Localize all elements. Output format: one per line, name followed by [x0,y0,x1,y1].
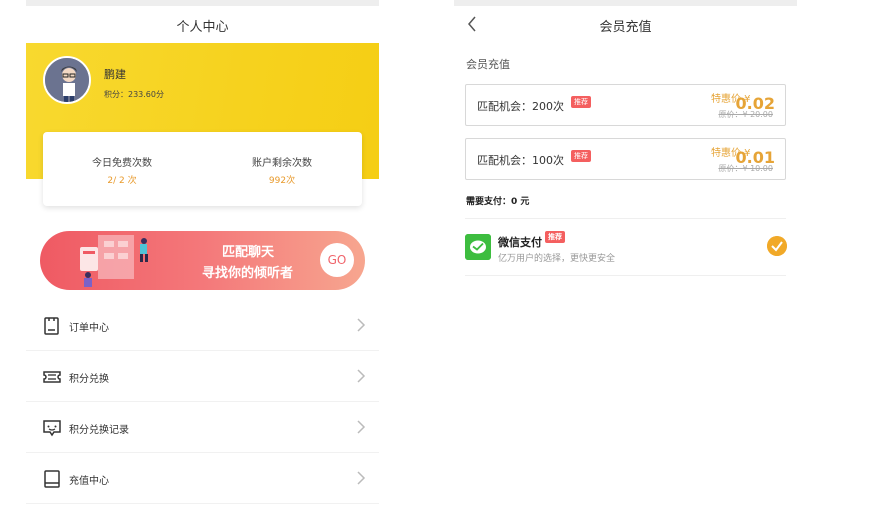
chevron-right-icon [357,318,366,332]
menu-item-points-exchange[interactable]: 积分兑换 [26,351,379,402]
chevron-right-icon [357,369,366,383]
option-name: 匹配机会：100次 [477,154,564,167]
user-points: 积分：233.60分 [104,90,164,99]
recharge-option-200[interactable]: 匹配机会：200次 推荐 特惠价 ¥ 0.02 原价：¥ 20.00 [465,84,786,126]
divider [465,275,786,276]
recommend-tag: 推荐 [571,96,591,108]
stat-label: 今日免费次数 [92,158,152,169]
menu-item-order-center[interactable]: 订单中心 [26,300,379,351]
chat-record-icon [43,420,61,437]
stat-free-times: 今日免费次数 2/ 2 次 [47,154,197,186]
original-price: 原价：¥ 10.00 [718,164,773,173]
ticket-icon [43,371,61,383]
recommend-tag: 推荐 [571,150,591,162]
menu-item-label: 订单中心 [69,323,109,334]
stat-label: 账户剩余次数 [252,158,312,169]
wechat-pay-label[interactable]: 微信支付 推荐 [498,231,565,250]
stats-card: 今日免费次数 2/ 2 次 账户剩余次数 992次 [43,132,362,206]
wechat-pay-description: 亿万用户的选择，更快更安全 [498,254,616,264]
chevron-right-icon [357,420,366,434]
menu-list: 订单中心 积分兑换 积分兑换记录 充值中心 [26,300,379,504]
status-bar [454,0,797,6]
page-title: 会员充值 [599,20,652,35]
go-button[interactable]: GO [320,243,354,277]
book-icon [44,470,60,488]
banner-illustration-icon [80,235,148,287]
wechat-pay-name: 微信支付 [498,236,542,249]
stat-value: 992次 [268,176,296,186]
menu-item-label: 积分兑换记录 [69,425,129,436]
banner-title: 匹配聊天 [222,245,275,260]
clipboard-icon [44,317,59,335]
section-label: 会员充值 [466,58,510,71]
banner-subtitle: 寻找你的倾听者 [202,266,294,281]
recommend-tag: 推荐 [545,231,565,243]
menu-item-label: 积分兑换 [69,374,109,385]
personal-center-screen: 个人中心 鹏建 积分：233.60分 今日免费次数 2/ 2 次 账户剩余次数 … [26,0,379,530]
user-name: 鹏建 [104,68,126,81]
stat-remaining-times: 账户剩余次数 992次 [207,154,357,186]
stat-value: 2/ 2 次 [107,176,137,186]
match-chat-banner[interactable]: 匹配聊天 寻找你的倾听者 GO [40,231,365,290]
original-price: 原价：¥ 20.00 [718,110,773,119]
divider [465,218,786,219]
check-circle-icon[interactable] [767,236,787,256]
menu-item-exchange-record[interactable]: 积分兑换记录 [26,402,379,453]
menu-item-recharge-center[interactable]: 充值中心 [26,453,379,504]
status-bar [26,0,379,6]
chevron-right-icon [357,471,366,485]
pay-amount: 需要支付：0 元 [466,197,530,207]
page-title: 个人中心 [176,20,229,35]
member-recharge-screen: 会员充值 会员充值 匹配机会：200次 推荐 特惠价 ¥ 0.02 原价：¥ 2… [454,0,797,530]
option-name: 匹配机会：200次 [477,100,564,113]
wechat-pay-icon [465,234,491,260]
avatar[interactable] [43,56,91,104]
recharge-option-100[interactable]: 匹配机会：100次 推荐 特惠价 ¥ 0.01 原价：¥ 10.00 [465,138,786,180]
menu-item-label: 充值中心 [69,476,109,487]
